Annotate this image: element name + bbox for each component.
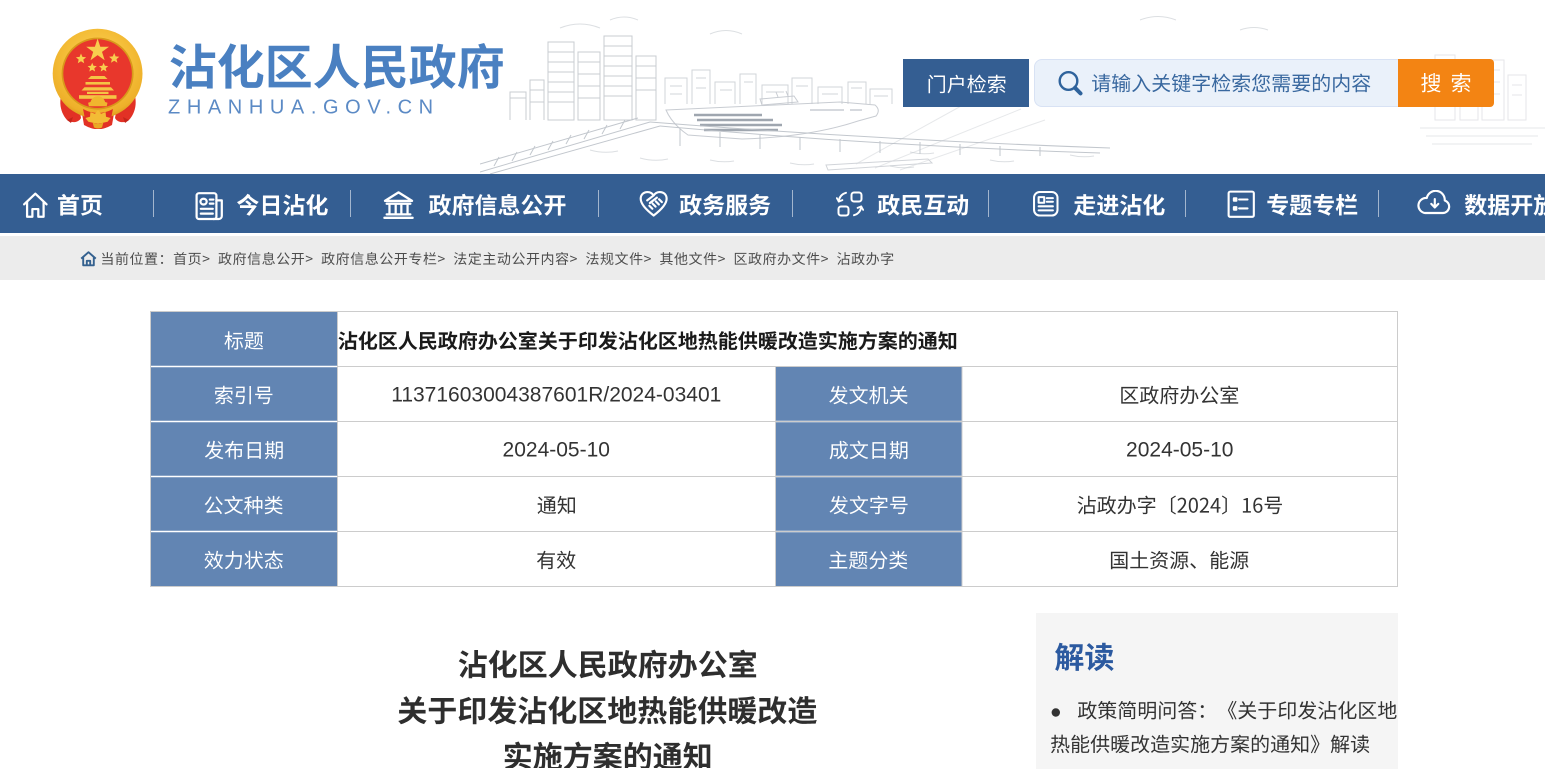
- svg-text:11371603004387601R/2024-03401: 11371603004387601R/2024-03401: [391, 384, 721, 407]
- svg-text:2024-05-10: 2024-05-10: [503, 439, 610, 462]
- svg-text:ZHANHUA.GOV.CN: ZHANHUA.GOV.CN: [168, 97, 440, 119]
- svg-text:2024-05-10: 2024-05-10: [1126, 439, 1233, 462]
